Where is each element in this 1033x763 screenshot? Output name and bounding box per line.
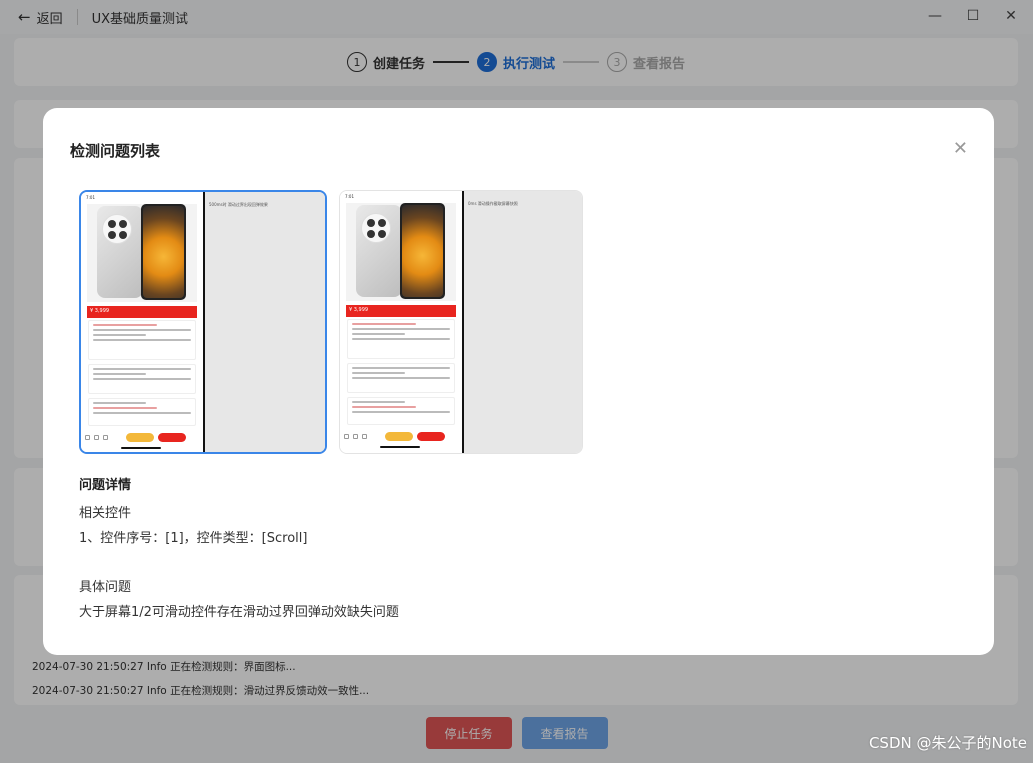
camera-ring-icon (102, 214, 132, 244)
product-info-card (88, 320, 196, 360)
screenshot-desc: 500ms时 滑动过界出现回弹效果 (209, 202, 268, 207)
bottom-nav (344, 429, 458, 443)
bottom-nav (85, 430, 199, 444)
product-info-card (347, 319, 455, 359)
phone-front-image (141, 204, 186, 300)
phone-front-image (400, 203, 445, 299)
issue-label: 具体问题 (79, 580, 132, 595)
service-icon (353, 433, 358, 439)
review-card (88, 398, 196, 426)
related-controls-label: 相关控件 (79, 506, 132, 521)
detail-heading: 问题详情 (79, 478, 132, 493)
cart-icon (103, 434, 108, 440)
spec-card (347, 363, 455, 393)
buy-now-pill (417, 431, 445, 441)
buy-now-pill (158, 432, 186, 442)
review-card (347, 397, 455, 425)
service-icon (94, 434, 99, 440)
phone-screenshot: 7:01 ¥ 3,999 (81, 192, 203, 452)
add-cart-pill (126, 432, 154, 442)
phone-screenshot: 7:01 ¥ 3,999 (340, 191, 462, 453)
screenshot-desc-pane: 500ms时 滑动过界出现回弹效果 (205, 192, 325, 452)
screenshot-card-2[interactable]: 7:01 ¥ 3,999 0ms 滑动操作截取屏幕快照 (339, 190, 583, 454)
screenshot-desc: 0ms 滑动操作截取屏幕快照 (468, 201, 518, 206)
price-banner: ¥ 3,999 (346, 305, 456, 317)
shop-icon (85, 434, 90, 440)
watermark: CSDN @朱公子的Note (868, 734, 1027, 752)
status-bar-time: 7:01 (86, 195, 95, 200)
status-bar-time: 7:01 (345, 194, 354, 199)
modal-title: 检测问题列表 (70, 142, 161, 160)
home-indicator (121, 447, 161, 449)
screenshot-desc-pane: 0ms 滑动操作截取屏幕快照 (464, 191, 582, 453)
add-cart-pill (385, 431, 413, 441)
phone-back-image (356, 205, 402, 297)
issues-modal: 检测问题列表 ✕ 7:01 ¥ 3,999 500ms时 滑动过界出现回弹效果 … (43, 108, 994, 655)
phone-back-image (97, 206, 143, 298)
cart-icon (362, 433, 367, 439)
home-indicator (380, 446, 420, 448)
issue-value: 大于屏幕1/2可滑动控件存在滑动过界回弹动效缺失问题 (79, 605, 399, 620)
close-icon[interactable]: ✕ (953, 138, 968, 159)
shop-icon (344, 433, 349, 439)
related-controls-value: 1、控件序号：[1]，控件类型：[Scroll] (79, 531, 308, 546)
spec-card (88, 364, 196, 394)
price-banner: ¥ 3,999 (87, 306, 197, 318)
camera-ring-icon (361, 213, 391, 243)
screenshot-card-1[interactable]: 7:01 ¥ 3,999 500ms时 滑动过界出现回弹效果 (79, 190, 327, 454)
